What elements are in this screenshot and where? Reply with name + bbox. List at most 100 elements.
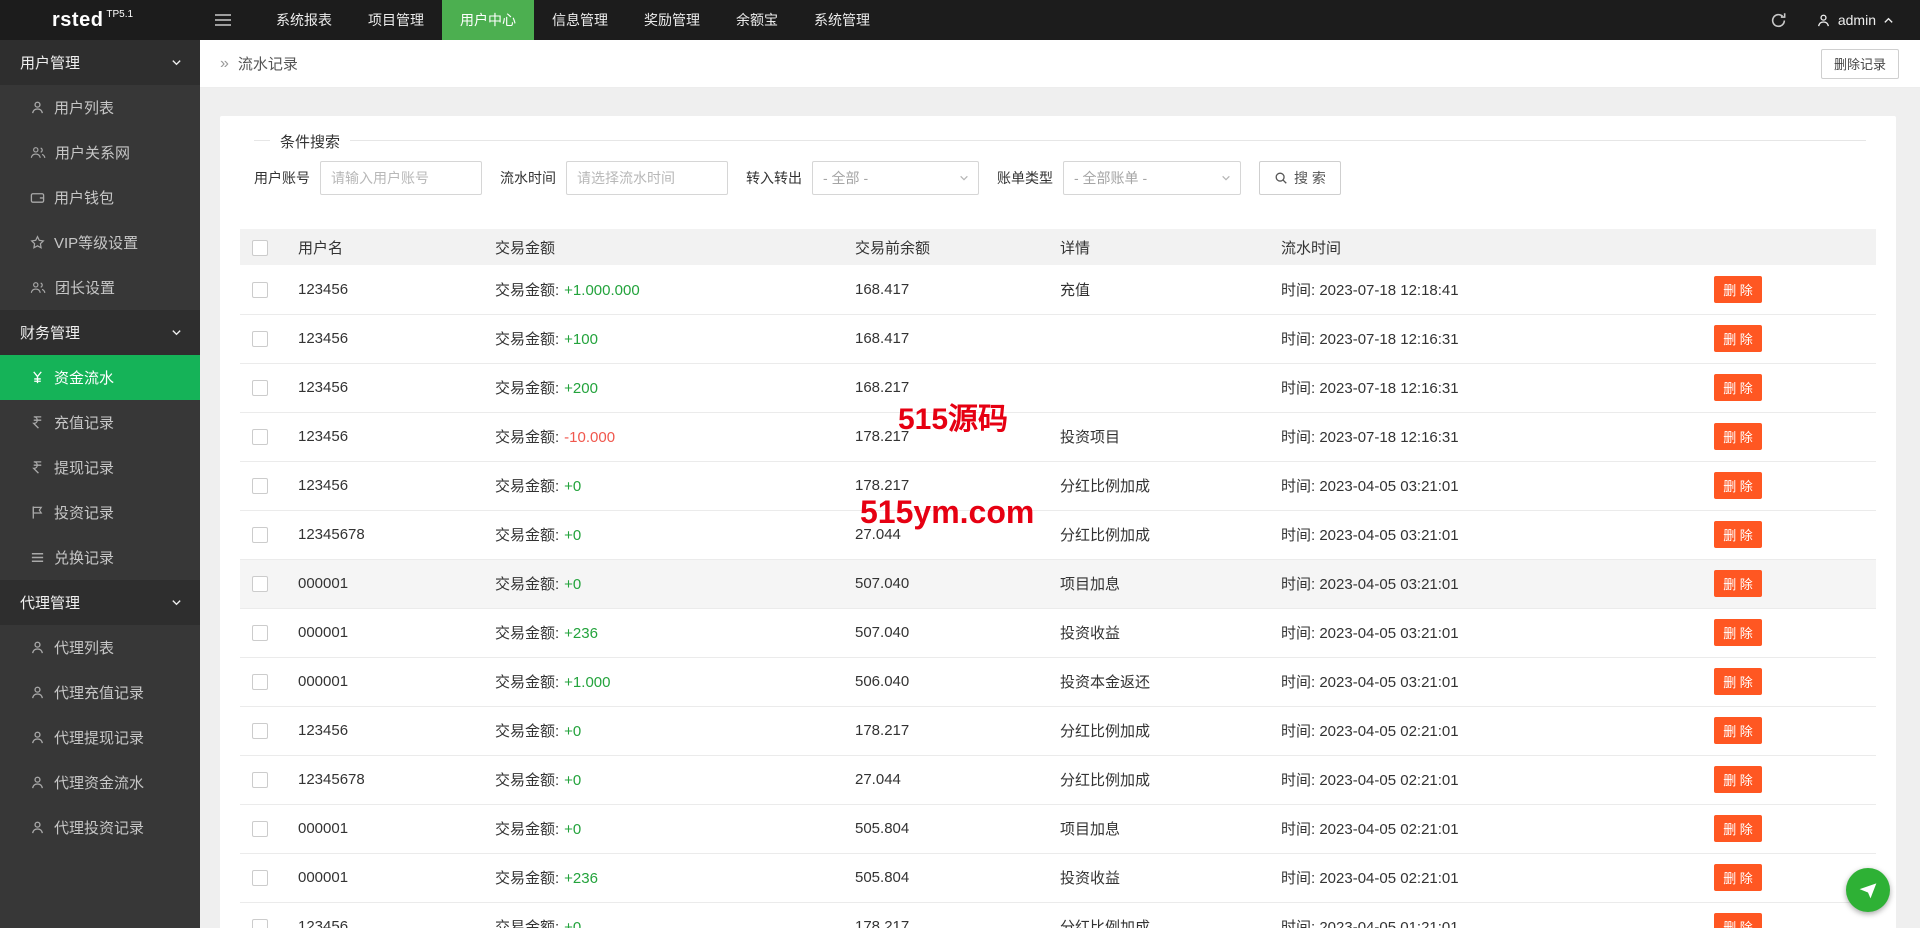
column-header-amount: 交易金额 — [495, 229, 855, 265]
row-amount-label: 交易金额: — [495, 821, 559, 838]
row-delete-button[interactable]: 删 除 — [1714, 325, 1762, 352]
row-delete-button[interactable]: 删 除 — [1714, 374, 1762, 401]
sidebar-item-leader-settings[interactable]: 团长设置 — [0, 265, 200, 310]
sidebar-item-label: 代理提现记录 — [54, 727, 144, 748]
row-detail: 投资本金返还 — [1060, 674, 1150, 691]
row-amount-label: 交易金额: — [495, 723, 559, 740]
row-username: 000001 — [298, 820, 348, 837]
row-checkbox[interactable] — [252, 331, 268, 347]
row-time: 时间: 2023-04-05 03:21:01 — [1281, 527, 1459, 544]
row-delete-button[interactable]: 删 除 — [1714, 423, 1762, 450]
table-row: 000001 交易金额:+1.000 506.040 投资本金返还 时间: 20… — [240, 657, 1876, 706]
row-amount-value: +0 — [564, 723, 581, 740]
sidebar-item-user-network[interactable]: 用户关系网 — [0, 130, 200, 175]
sidebar-section-label: 用户管理 — [20, 52, 80, 73]
direction-field: 转入转出 - 全部 - — [746, 161, 979, 195]
nav-item-reward-management[interactable]: 奖励管理 — [626, 0, 718, 40]
search-button[interactable]: 搜 索 — [1259, 161, 1341, 195]
row-delete-button[interactable]: 删 除 — [1714, 717, 1762, 744]
table-row: 123456 交易金额:+0 178.217 分红比例加成 时间: 2023-0… — [240, 706, 1876, 755]
sidebar-item-user-wallet[interactable]: 用户钱包 — [0, 175, 200, 220]
row-amount-label: 交易金额: — [495, 527, 559, 544]
row-delete-button[interactable]: 删 除 — [1714, 619, 1762, 646]
row-delete-button[interactable]: 删 除 — [1714, 913, 1762, 928]
row-delete-button[interactable]: 删 除 — [1714, 276, 1762, 303]
search-row: 用户账号 流水时间 转入转出 - 全部 - 账单类型 — [254, 161, 1876, 195]
chevron-down-icon — [171, 597, 182, 608]
row-username: 123456 — [298, 281, 348, 298]
row-checkbox[interactable] — [252, 527, 268, 543]
sidebar-item-agent-invest-records[interactable]: 代理投资记录 — [0, 805, 200, 850]
sidebar-section-finance-management[interactable]: 财务管理 — [0, 310, 200, 355]
row-username: 123456 — [298, 918, 348, 928]
sidebar-item-withdraw-records[interactable]: 提现记录 — [0, 445, 200, 490]
flag-icon — [30, 505, 45, 520]
sidebar-item-recharge-records[interactable]: 充值记录 — [0, 400, 200, 445]
row-time: 时间: 2023-07-18 12:16:31 — [1281, 380, 1459, 397]
row-delete-button[interactable]: 删 除 — [1714, 864, 1762, 891]
sidebar-item-vip-level-settings[interactable]: VIP等级设置 — [0, 220, 200, 265]
sidebar-item-exchange-records[interactable]: 兑换记录 — [0, 535, 200, 580]
sidebar-item-agent-withdraw-records[interactable]: 代理提现记录 — [0, 715, 200, 760]
sidebar-item-agent-recharge-records[interactable]: 代理充值记录 — [0, 670, 200, 715]
nav-item-user-center[interactable]: 用户中心 — [442, 0, 534, 40]
flow-records-table: 用户名 交易金额 交易前余额 详情 流水时间 123456 交易金额:+1.00… — [240, 229, 1876, 928]
row-time: 时间: 2023-04-05 02:21:01 — [1281, 821, 1459, 838]
row-delete-button[interactable]: 删 除 — [1714, 766, 1762, 793]
select-all-checkbox[interactable] — [252, 240, 268, 256]
delete-records-button[interactable]: 删除记录 — [1821, 49, 1899, 79]
logo: rsted TP5.1 — [0, 0, 200, 40]
row-checkbox[interactable] — [252, 674, 268, 690]
admin-menu[interactable]: admin — [1802, 0, 1920, 40]
sidebar-item-user-list[interactable]: 用户列表 — [0, 85, 200, 130]
nav-item-info-management[interactable]: 信息管理 — [534, 0, 626, 40]
refresh-button[interactable] — [1756, 0, 1802, 40]
nav-item-system-management[interactable]: 系统管理 — [796, 0, 888, 40]
sidebar-item-label: 用户钱包 — [54, 187, 114, 208]
row-checkbox[interactable] — [252, 380, 268, 396]
row-checkbox[interactable] — [252, 870, 268, 886]
nav-item-system-report[interactable]: 系统报表 — [258, 0, 350, 40]
sidebar-item-label: 代理资金流水 — [54, 772, 144, 793]
hamburger-button[interactable] — [200, 0, 246, 40]
sidebar-item-fund-flow[interactable]: 资金流水 — [0, 355, 200, 400]
user-icon — [30, 640, 45, 655]
row-checkbox[interactable] — [252, 919, 268, 928]
row-checkbox[interactable] — [252, 282, 268, 298]
bill-type-select-value: - 全部账单 - — [1074, 168, 1147, 188]
sidebar-section-agent-management[interactable]: 代理管理 — [0, 580, 200, 625]
row-checkbox[interactable] — [252, 821, 268, 837]
row-checkbox[interactable] — [252, 478, 268, 494]
sidebar-section-user-management[interactable]: 用户管理 — [0, 40, 200, 85]
direction-select[interactable]: - 全部 - — [812, 161, 979, 195]
row-time: 时间: 2023-04-05 03:21:01 — [1281, 674, 1459, 691]
row-username: 12345678 — [298, 526, 365, 543]
row-delete-button[interactable]: 删 除 — [1714, 472, 1762, 499]
row-delete-button[interactable]: 删 除 — [1714, 668, 1762, 695]
account-input[interactable] — [320, 161, 482, 195]
row-checkbox[interactable] — [252, 723, 268, 739]
row-checkbox[interactable] — [252, 772, 268, 788]
sidebar-item-agent-fund-flow[interactable]: 代理资金流水 — [0, 760, 200, 805]
row-detail: 项目加息 — [1060, 821, 1120, 838]
row-amount-label: 交易金额: — [495, 429, 559, 446]
flow-time-input[interactable] — [566, 161, 728, 195]
row-detail: 项目加息 — [1060, 576, 1120, 593]
customer-service-button[interactable] — [1846, 868, 1890, 912]
row-delete-button[interactable]: 删 除 — [1714, 815, 1762, 842]
bill-type-select[interactable]: - 全部账单 - — [1063, 161, 1241, 195]
row-delete-button[interactable]: 删 除 — [1714, 570, 1762, 597]
row-amount-value: +236 — [564, 625, 598, 642]
column-header-username: 用户名 — [298, 229, 495, 265]
sidebar-item-agent-list[interactable]: 代理列表 — [0, 625, 200, 670]
sidebar-item-label: 充值记录 — [54, 412, 114, 433]
sidebar-item-invest-records[interactable]: 投资记录 — [0, 490, 200, 535]
row-checkbox[interactable] — [252, 576, 268, 592]
nav-item-yuebao[interactable]: 余额宝 — [718, 0, 796, 40]
row-checkbox[interactable] — [252, 625, 268, 641]
row-delete-button[interactable]: 删 除 — [1714, 521, 1762, 548]
main-content: » 流水记录 删除记录 条件搜索 用户账号 流水时间 转入转出 — [200, 40, 1920, 928]
account-field: 用户账号 — [254, 161, 482, 195]
row-checkbox[interactable] — [252, 429, 268, 445]
nav-item-project-management[interactable]: 项目管理 — [350, 0, 442, 40]
